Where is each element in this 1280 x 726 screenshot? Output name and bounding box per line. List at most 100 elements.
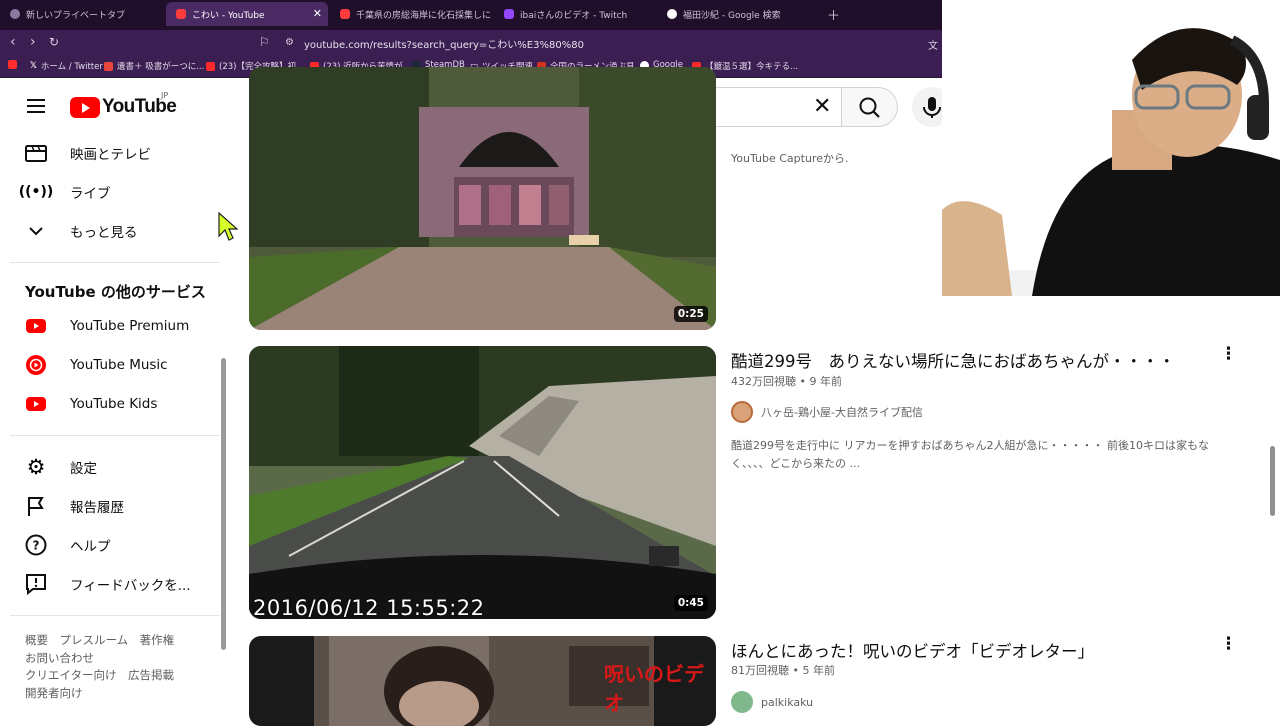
youtube-icon: [176, 9, 186, 19]
youtube-logo[interactable]: YouTube JP: [70, 91, 177, 118]
sidebar-section-heading: YouTube の他のサービス: [25, 283, 206, 301]
new-tab-button[interactable]: ＋: [827, 5, 840, 24]
tab-title: 千葉県の房総海岸に化石採集しに行っ: [356, 10, 490, 21]
sidebar-item-settings[interactable]: ⚙ 設定: [0, 447, 222, 487]
tab-title: 福田沙紀 - Google 検索: [683, 10, 781, 21]
video-views-age: 432万回視聴 • 9 年前: [731, 375, 842, 388]
video-duration: 0:45: [673, 595, 708, 611]
channel-name: 八ヶ岳-鶏小屋-大自然ライブ配信: [761, 406, 923, 419]
sidebar-item-label: 報告履歴: [70, 500, 124, 516]
bookmark-item[interactable]: 遺書＋ 吸書がーつに...: [104, 60, 204, 72]
thumbnail-image-tunnel: [249, 67, 716, 330]
channel-link[interactable]: palkikaku: [731, 691, 813, 713]
video-options-icon[interactable]: ⋮: [1220, 344, 1237, 364]
sidebar-item-feedback[interactable]: フィードバックを...: [0, 564, 222, 604]
bookmark-label: 【鍍温５選】今キテる...: [705, 62, 799, 72]
tab-youtube-video[interactable]: 千葉県の房総海岸に化石採集しに行っ: [330, 2, 490, 26]
footer-links[interactable]: お問い合わせ: [25, 650, 94, 666]
tab-private[interactable]: 新しいプライベートタブ: [0, 2, 165, 26]
sidebar-item-label: もっと見る: [70, 225, 138, 241]
clear-search-icon[interactable]: ✕: [813, 94, 831, 119]
sidebar-item-kids[interactable]: YouTube Kids: [0, 384, 222, 424]
channel-link[interactable]: 八ヶ岳-鶏小屋-大自然ライブ配信: [731, 401, 923, 423]
sidebar-scrollbar[interactable]: [221, 358, 226, 650]
video-options-icon[interactable]: ⋮: [1220, 634, 1237, 654]
close-icon[interactable]: ✕: [313, 7, 322, 20]
youtube-icon: [340, 9, 350, 19]
sidebar-item-label: 映画とテレビ: [70, 147, 151, 163]
channel-avatar: [731, 401, 753, 423]
feedback-icon: [24, 572, 48, 596]
chevron-down-icon: [24, 219, 48, 243]
video-title[interactable]: 酷道299号 ありえない場所に急におばあちゃんが・・・・: [731, 348, 1175, 372]
tab-title: ibaiさんのビデオ - Twitch: [520, 10, 628, 21]
video-thumbnail[interactable]: 呪いのビデオ: [249, 636, 716, 726]
youtube-icon: [206, 61, 215, 71]
site-info-icon[interactable]: ⚙: [285, 37, 294, 48]
video-thumbnail[interactable]: 0:25: [249, 67, 716, 330]
channel-avatar: [731, 691, 753, 713]
google-icon: [667, 9, 677, 19]
sidebar-item-label: ライブ: [70, 186, 111, 202]
footer-links[interactable]: 開発者向け: [25, 685, 83, 701]
footer-links[interactable]: クリエイター向け 広告掲載: [25, 667, 174, 683]
private-icon: [10, 9, 20, 19]
sidebar-item-music[interactable]: YouTube Music: [0, 345, 222, 385]
youtube-music-icon: [24, 353, 48, 377]
sidebar-item-report-history[interactable]: 報告履歴: [0, 486, 222, 526]
youtube-icon: [8, 60, 17, 69]
sidebar-item-label: フィードバックを...: [70, 578, 191, 594]
footer-links[interactable]: 概要 プレスルーム 著作権: [25, 632, 174, 648]
webcam-overlay: [942, 0, 1280, 296]
video-duration: 0:25: [673, 306, 708, 322]
movie-icon: [24, 141, 48, 165]
video-views-age: 81万回視聴 • 5 年前: [731, 664, 835, 677]
tab-youtube-active[interactable]: こわい - YouTube ✕: [166, 2, 328, 26]
bookmark-icon: [104, 61, 113, 71]
url-field[interactable]: youtube.com/results?search_query=こわい%E3%…: [304, 36, 584, 51]
flag-icon: [24, 494, 48, 518]
thumbnail-image-road: [249, 346, 716, 619]
sidebar-item-movies[interactable]: 映画とテレビ: [0, 135, 222, 173]
translate-icon[interactable]: 文: [928, 37, 938, 52]
sidebar-item-live[interactable]: ((•)) ライブ: [0, 172, 222, 212]
gear-icon: ⚙: [26, 455, 46, 479]
bookmark-item[interactable]: [8, 60, 21, 69]
sidebar-item-label: YouTube Music: [70, 357, 168, 373]
sidebar-item-label: YouTube Kids: [70, 396, 158, 412]
tab-title: こわい - YouTube: [192, 10, 265, 21]
help-icon: ?: [24, 533, 48, 557]
youtube-kids-icon: [24, 392, 48, 416]
video-title[interactable]: ほんとにあった！呪いのビデオ「ビデオレター」: [731, 638, 1094, 662]
twitch-icon: [504, 9, 514, 19]
video-thumbnail[interactable]: 2016/06/12 15:55:22 0:45: [249, 346, 716, 619]
youtube-premium-icon: [24, 314, 48, 338]
search-button[interactable]: [842, 87, 898, 127]
country-code: JP: [161, 91, 169, 100]
video-description: 酷道299号を走行中に リアカーを押すおばあちゃん2人組が急に・・・・・ 前後1…: [731, 439, 1209, 470]
sidebar-divider: [10, 615, 220, 616]
sidebar-item-label: 設定: [70, 461, 97, 477]
sidebar-item-show-more[interactable]: もっと見る: [0, 211, 222, 251]
reload-icon[interactable]: ↻: [49, 35, 59, 49]
tab-twitch[interactable]: ibaiさんのビデオ - Twitch: [494, 2, 654, 26]
streamer-webcam-image: [942, 0, 1280, 296]
live-icon: ((•)): [18, 184, 54, 200]
video-description: YouTube Captureから.: [731, 152, 849, 165]
svg-text:?: ?: [33, 539, 40, 553]
sidebar-item-label: ヘルプ: [70, 539, 111, 555]
search-icon: [859, 97, 880, 118]
back-icon[interactable]: ‹: [10, 34, 16, 50]
mouse-cursor-icon: [218, 212, 238, 241]
thumbnail-text: 呪いのビデオ: [604, 662, 704, 715]
sidebar-item-help[interactable]: ? ヘルプ: [0, 525, 222, 565]
forward-icon[interactable]: ›: [30, 34, 36, 50]
sidebar-item-premium[interactable]: YouTube Premium: [0, 306, 222, 346]
page-scrollbar[interactable]: [1270, 446, 1275, 516]
x-icon: 𝕏: [30, 61, 37, 71]
bookmark-item[interactable]: 𝕏 ホーム / Twitter: [30, 60, 103, 72]
hamburger-menu-button[interactable]: [27, 99, 45, 113]
bookmark-icon[interactable]: ⚐: [259, 35, 270, 49]
sidebar-divider: [10, 262, 220, 263]
tab-google[interactable]: 福田沙紀 - Google 検索: [657, 2, 817, 26]
